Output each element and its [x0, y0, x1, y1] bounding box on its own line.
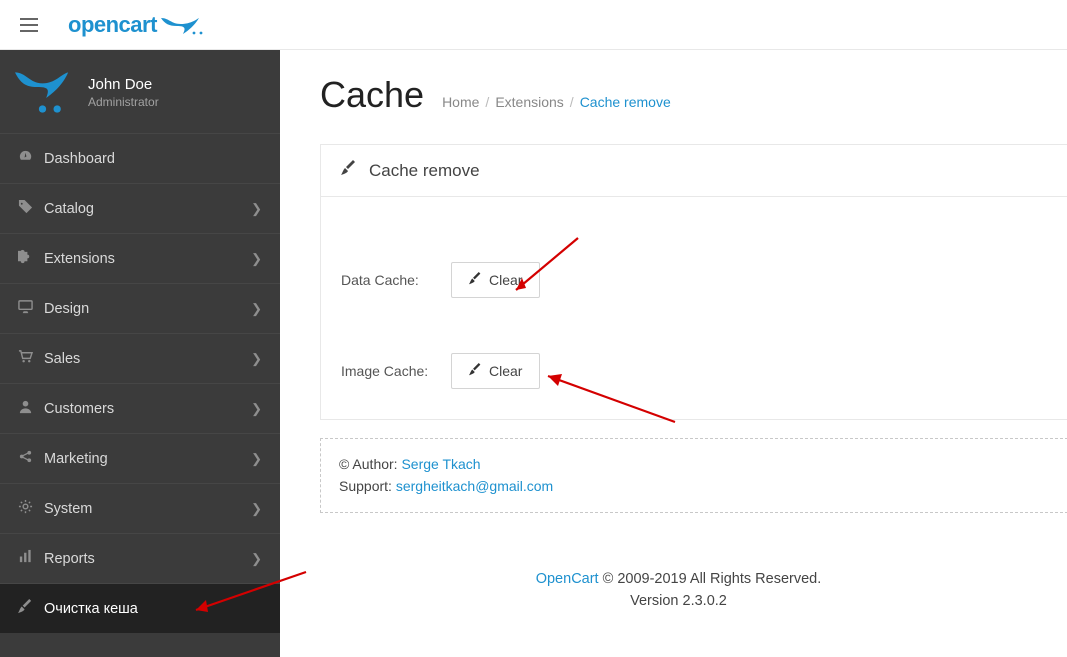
cache-row: Data Cache: Clear — [341, 262, 1047, 298]
bars-icon — [18, 549, 44, 568]
menu-toggle-button[interactable] — [20, 18, 38, 32]
brush-icon — [18, 599, 44, 618]
page-header: Cache Home/Extensions/Cache remove — [320, 74, 1067, 116]
nav-menu: DashboardCatalog❯Extensions❯ Design❯Sale… — [0, 133, 280, 633]
cache-row: Image Cache: Clear — [341, 353, 1047, 389]
footer-rights: © 2009-2019 All Rights Reserved. — [599, 571, 822, 587]
sidebar-item-catalog[interactable]: Catalog❯ — [0, 183, 280, 233]
sidebar-item-dashboard[interactable]: Dashboard — [0, 133, 280, 183]
breadcrumb-item[interactable]: Cache remove — [580, 94, 671, 110]
sidebar-item-label: Marketing — [44, 451, 251, 467]
sidebar-item-label: Design — [44, 301, 251, 317]
cache-label: Data Cache: — [341, 272, 451, 288]
cart-logo-icon — [159, 14, 209, 36]
author-link[interactable]: Serge Tkach — [401, 456, 480, 472]
desktop-icon — [18, 299, 44, 318]
sidebar-item-label: Dashboard — [44, 151, 262, 167]
breadcrumb-item[interactable]: Home — [442, 94, 479, 110]
button-label: Clear — [489, 363, 522, 379]
user-avatar-icon — [15, 70, 70, 115]
cart-icon — [18, 349, 44, 368]
user-name: John Doe — [88, 76, 159, 93]
clear-button[interactable]: Clear — [451, 353, 540, 389]
dashboard-icon — [18, 149, 44, 168]
clear-button[interactable]: Clear — [451, 262, 540, 298]
sidebar-item-label: System — [44, 501, 251, 517]
chevron-right-icon: ❯ — [251, 301, 262, 317]
chevron-right-icon: ❯ — [251, 251, 262, 267]
page-title: Cache — [320, 74, 424, 116]
chevron-right-icon: ❯ — [251, 351, 262, 367]
panel-title: Cache remove — [369, 161, 480, 181]
chevron-right-icon: ❯ — [251, 501, 262, 517]
panel-body: Data Cache: Clear Image Cache: Clear — [321, 197, 1067, 419]
sidebar-item-label: Extensions — [44, 251, 251, 267]
sidebar-item-marketing[interactable]: Marketing❯ — [0, 433, 280, 483]
sidebar-item-очистка-кеша[interactable]: Очистка кеша — [0, 583, 280, 633]
content-area: Cache Home/Extensions/Cache remove Cache… — [288, 50, 1067, 657]
footer-version: Version 2.3.0.2 — [320, 591, 1037, 613]
puzzle-icon — [18, 249, 44, 268]
chevron-right-icon: ❯ — [251, 551, 262, 567]
chevron-right-icon: ❯ — [251, 401, 262, 417]
sidebar-item-reports[interactable]: Reports❯ — [0, 533, 280, 583]
user-block: John Doe Administrator — [0, 50, 280, 133]
support-email-link[interactable]: sergheitkach@gmail.com — [396, 478, 553, 494]
sidebar-item-label: Catalog — [44, 201, 251, 217]
sidebar-item-customers[interactable]: Customers❯ — [0, 383, 280, 433]
tag-icon — [18, 199, 44, 218]
brand-name: opencart — [68, 12, 157, 38]
brush-icon — [469, 272, 482, 288]
sidebar-item-sales[interactable]: Sales❯ — [0, 333, 280, 383]
footer-brand-link[interactable]: OpenCart — [536, 571, 599, 587]
breadcrumb-item[interactable]: Extensions — [495, 94, 563, 110]
sidebar-item-extensions[interactable]: Extensions❯ — [0, 233, 280, 283]
sidebar: John Doe Administrator DashboardCatalog❯… — [0, 50, 280, 657]
brand-logo[interactable]: opencart — [68, 12, 209, 38]
sidebar-item-label: Очистка кеша — [44, 601, 262, 617]
user-role: Administrator — [88, 95, 159, 109]
button-label: Clear — [489, 272, 522, 288]
breadcrumb: Home/Extensions/Cache remove — [442, 94, 671, 110]
footer: OpenCart © 2009-2019 All Rights Reserved… — [320, 569, 1067, 613]
user-icon — [18, 399, 44, 418]
cache-label: Image Cache: — [341, 363, 451, 379]
sidebar-item-label: Sales — [44, 351, 251, 367]
share-icon — [18, 449, 44, 468]
panel-heading: Cache remove — [321, 145, 1067, 197]
sidebar-item-label: Reports — [44, 551, 251, 567]
author-prefix: © Author: — [339, 456, 401, 472]
sidebar-item-design[interactable]: Design❯ — [0, 283, 280, 333]
sidebar-item-system[interactable]: System❯ — [0, 483, 280, 533]
sidebar-item-label: Customers — [44, 401, 251, 417]
chevron-right-icon: ❯ — [251, 201, 262, 217]
brush-icon — [341, 160, 357, 181]
cog-icon — [18, 499, 44, 518]
support-prefix: Support: — [339, 478, 396, 494]
cache-panel: Cache remove Data Cache:ClearImage Cache… — [320, 144, 1067, 420]
author-info-box: © Author: Serge Tkach Support: sergheitk… — [320, 438, 1067, 513]
top-bar: opencart — [0, 0, 1067, 50]
chevron-right-icon: ❯ — [251, 451, 262, 467]
brush-icon — [469, 363, 482, 379]
